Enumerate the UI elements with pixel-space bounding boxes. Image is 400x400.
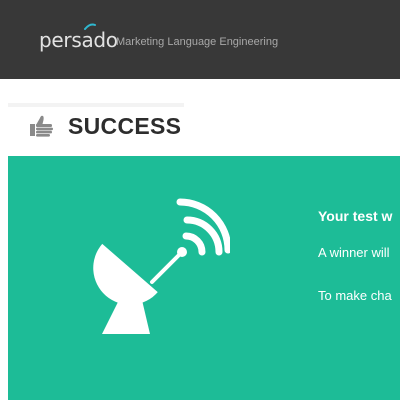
tagline: Marketing Language Engineering	[116, 36, 279, 48]
top-bar: persado Marketing Language Engineering	[0, 0, 400, 79]
status-header: SUCCESS	[8, 107, 400, 153]
thumbs-up-icon	[30, 115, 53, 137]
message-line-winner: A winner will	[318, 245, 390, 260]
message-heading: Your test w	[318, 208, 393, 224]
message-line-changes: To make cha	[318, 288, 392, 303]
satellite-dish-icon	[93, 198, 230, 334]
logo-accent-icon	[84, 23, 96, 30]
status-title: SUCCESS	[68, 113, 182, 139]
success-panel: Your test w A winner will To make cha	[8, 156, 400, 400]
page: persado Marketing Language Engineering S…	[0, 0, 400, 400]
logo-text: persado	[39, 28, 118, 52]
